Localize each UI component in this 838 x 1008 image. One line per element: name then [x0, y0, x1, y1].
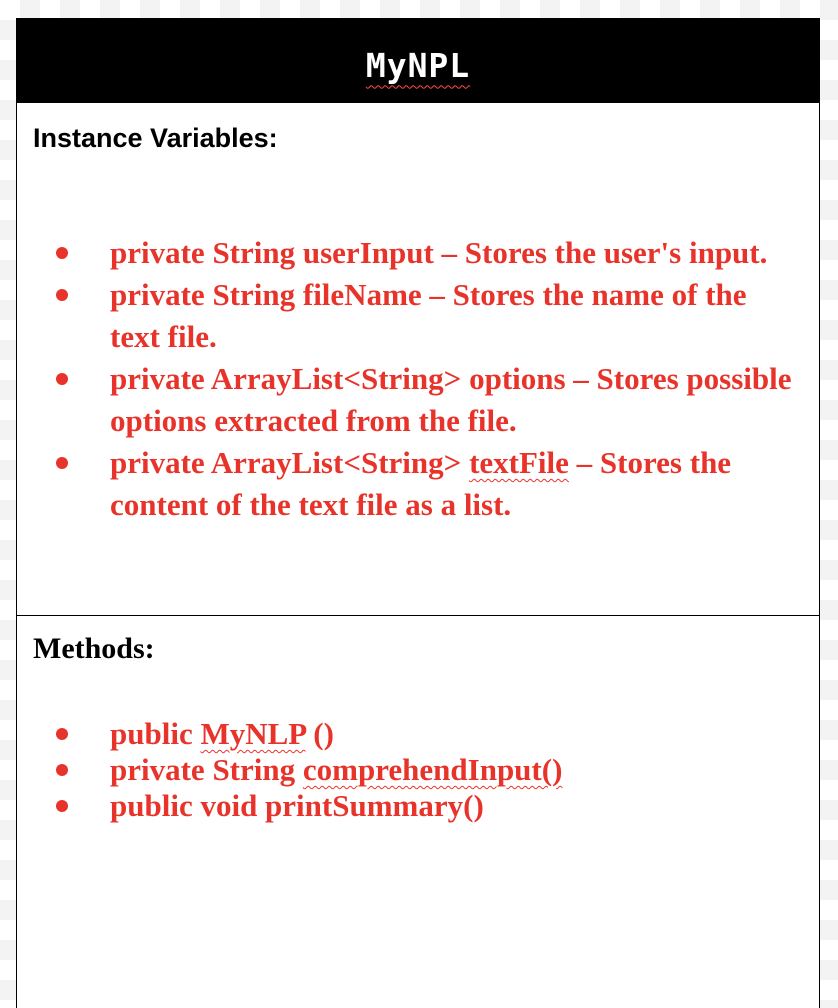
bullet-icon: [56, 728, 68, 740]
list-item: private String fileName – Stores the nam…: [17, 274, 819, 358]
item-text-tail: (): [305, 716, 334, 751]
methods-list: public MyNLP () private String comprehen…: [17, 716, 819, 824]
bullet-icon: [56, 764, 68, 776]
item-text: private String fileName – Stores the nam…: [110, 277, 747, 354]
item-code-ref: textFile: [469, 445, 569, 480]
instance-variables-list: private String userInput – Stores the us…: [17, 232, 819, 526]
list-item: public void printSummary(): [17, 788, 819, 824]
class-name-header: MyNPL: [17, 19, 819, 103]
list-item: public MyNLP (): [17, 716, 819, 752]
list-item: private String userInput – Stores the us…: [17, 232, 819, 274]
bullet-icon: [56, 247, 68, 259]
item-code-ref: MyNLP: [200, 716, 306, 751]
item-text: private ArrayList<String> options – Stor…: [110, 361, 792, 438]
item-code-ref: comprehendInput(): [302, 752, 563, 787]
list-item: private ArrayList<String> options – Stor…: [17, 358, 819, 442]
bullet-icon: [56, 800, 68, 812]
methods-heading: Methods:: [33, 632, 155, 665]
bullet-icon: [56, 373, 68, 385]
class-name: MyNPL: [365, 45, 471, 85]
list-item: private ArrayList<String> textFile – Sto…: [17, 442, 819, 526]
methods-section: Methods: public MyNLP () private String …: [17, 616, 819, 1008]
class-diagram-card: MyNPL Instance Variables: private String…: [16, 18, 820, 1008]
instance-variables-heading: Instance Variables:: [33, 123, 278, 153]
item-text: public void printSummary(): [110, 788, 484, 823]
bullet-icon: [56, 289, 68, 301]
instance-variables-section: Instance Variables: private String userI…: [17, 103, 819, 616]
bullet-icon: [56, 457, 68, 469]
item-text: public: [110, 716, 201, 751]
item-text: private String userInput – Stores the us…: [110, 235, 768, 270]
item-text: private String: [110, 752, 303, 787]
item-text: private ArrayList<String>: [110, 445, 470, 480]
list-item: private String comprehendInput(): [17, 752, 819, 788]
